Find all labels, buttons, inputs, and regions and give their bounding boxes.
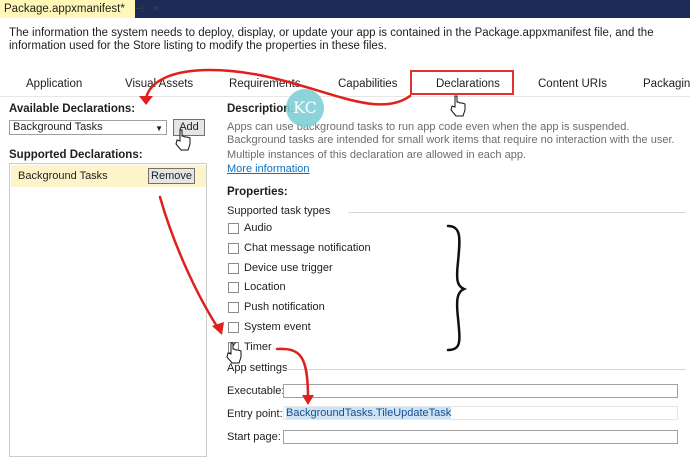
description-title: Description:	[227, 103, 295, 115]
list-item[interactable]: Background Tasks Remove	[11, 165, 206, 187]
executable-field[interactable]	[283, 384, 678, 398]
document-tab[interactable]: Package.appxmanifest* ⊣ ×	[0, 0, 159, 18]
app-settings-divider	[286, 369, 686, 370]
watermark-logo: KC	[286, 89, 324, 127]
checkbox[interactable]	[228, 281, 239, 293]
checkbox-checked[interactable]: ✓	[228, 339, 239, 353]
start-page-label: Start page:	[227, 431, 281, 443]
add-button[interactable]: Add	[173, 119, 205, 136]
task-type-system-event[interactable]: System event	[228, 320, 311, 334]
tab-divider	[0, 96, 690, 97]
task-type-push-notification[interactable]: Push notification	[228, 300, 325, 314]
dropdown-arrow-icon[interactable]: ▼	[155, 122, 163, 135]
description-text: Apps can use background tasks to run app…	[227, 121, 675, 146]
checkmark-icon: ✓	[229, 339, 239, 352]
task-types-divider	[348, 212, 686, 213]
arrowhead-icon	[139, 96, 153, 105]
more-information-link[interactable]: More information	[227, 163, 310, 175]
hand-cursor-icon	[450, 95, 466, 117]
info-text: The information the system needs to depl…	[9, 27, 654, 52]
app-settings-label: App settings	[227, 362, 288, 374]
entry-point-value: BackgroundTasks.TileUpdateTask	[286, 407, 452, 419]
curly-brace-icon	[446, 224, 468, 352]
supported-declarations-list: Background Tasks Remove	[9, 163, 207, 457]
tab-requirements[interactable]: Requirements	[229, 78, 301, 90]
tab-strip: Application Visual Assets Requirements C…	[0, 74, 690, 96]
task-type-device-use[interactable]: Device use trigger	[228, 261, 333, 275]
pin-icon[interactable]: ⊣	[135, 4, 144, 15]
checkbox[interactable]	[228, 301, 239, 313]
tab-packaging[interactable]: Packaging	[643, 78, 690, 90]
arrowhead-icon	[212, 322, 224, 335]
tab-declarations[interactable]: Declarations	[436, 78, 500, 90]
task-type-location[interactable]: Location	[228, 280, 286, 294]
multiple-instances-text: Multiple instances of this declaration a…	[227, 149, 527, 161]
checkbox-label: Chat message notification	[244, 242, 371, 254]
supported-declarations-label: Supported Declarations:	[9, 149, 143, 161]
checkbox-label: System event	[244, 321, 311, 333]
checkbox[interactable]	[228, 242, 239, 254]
properties-title: Properties:	[227, 186, 288, 198]
checkbox-label: Location	[244, 281, 286, 293]
task-types-label: Supported task types	[227, 205, 331, 217]
tab-visual-assets[interactable]: Visual Assets	[125, 78, 193, 90]
checkbox[interactable]	[228, 222, 239, 234]
close-icon[interactable]: ×	[153, 3, 159, 15]
checkbox[interactable]	[228, 321, 239, 333]
start-page-field[interactable]	[283, 430, 678, 444]
document-tab-title: Package.appxmanifest*	[4, 3, 125, 15]
available-declarations-label: Available Declarations:	[9, 103, 136, 115]
task-type-chat-message[interactable]: Chat message notification	[228, 241, 371, 255]
checkbox-label: Audio	[244, 222, 273, 234]
checkbox-label: Timer	[244, 341, 272, 353]
task-type-audio[interactable]: Audio	[228, 221, 272, 235]
tab-application[interactable]: Application	[26, 78, 82, 90]
checkbox-label: Push notification	[244, 301, 325, 313]
entry-point-field[interactable]: BackgroundTasks.TileUpdateTask	[283, 406, 678, 420]
declaration-select-value: Background Tasks	[13, 121, 103, 133]
tab-content-uris[interactable]: Content URIs	[538, 78, 607, 90]
watermark-text: KC	[293, 98, 317, 117]
remove-button[interactable]: Remove	[148, 168, 195, 184]
executable-label: Executable:	[227, 385, 285, 397]
list-item-label: Background Tasks	[18, 170, 108, 182]
declaration-select[interactable]: Background Tasks ▼	[9, 120, 167, 135]
tab-capabilities[interactable]: Capabilities	[338, 78, 397, 90]
checkbox-label: Device use trigger	[244, 262, 333, 274]
checkbox[interactable]	[228, 262, 239, 274]
task-type-timer[interactable]: ✓ Timer	[228, 340, 272, 354]
entry-point-label: Entry point:	[227, 408, 283, 420]
